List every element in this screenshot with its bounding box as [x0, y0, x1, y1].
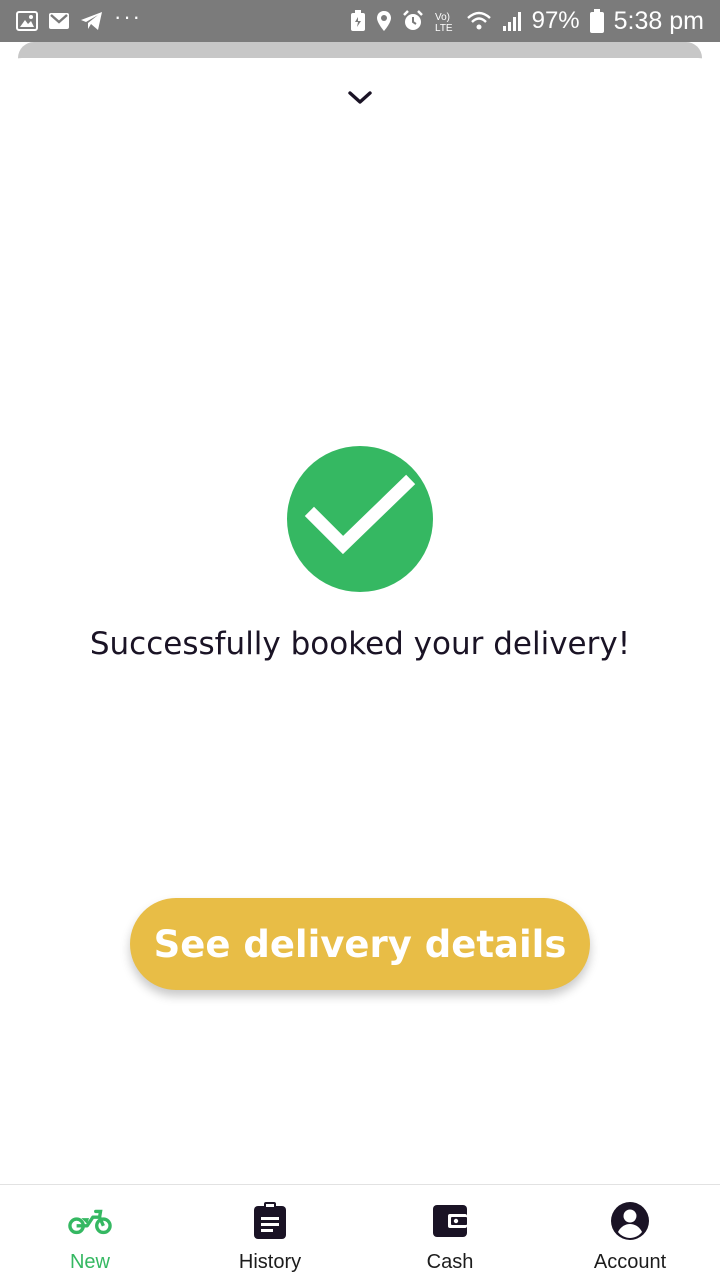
- nav-label-new: New: [69, 1251, 110, 1273]
- status-bar-left: ···: [16, 6, 142, 31]
- battery-saver-icon: [350, 10, 366, 32]
- wallet-icon: [428, 1201, 472, 1241]
- gallery-icon: [16, 11, 38, 31]
- nav-label-account: Account: [593, 1251, 667, 1273]
- see-delivery-details-button[interactable]: See delivery details: [130, 898, 590, 990]
- svg-text:Vo): Vo): [435, 12, 450, 23]
- nav-item-new[interactable]: New: [0, 1185, 180, 1280]
- nav-item-account[interactable]: Account: [540, 1185, 720, 1280]
- battery-icon: [589, 9, 604, 33]
- status-bar: ··· Vo) LTE 97% 5:38 pm: [0, 0, 720, 42]
- more-notifications-icon: ···: [114, 4, 142, 29]
- clipboard-icon: [248, 1201, 292, 1241]
- gmail-icon: [48, 12, 70, 30]
- battery-percent: 97%: [531, 7, 580, 34]
- booking-success-sheet: [0, 58, 720, 1184]
- check-circle-icon: [287, 446, 433, 592]
- nav-label-history: History: [238, 1251, 302, 1273]
- clock: 5:38 pm: [613, 6, 704, 35]
- signal-icon: [502, 10, 522, 32]
- motorcycle-icon: [68, 1201, 112, 1241]
- svg-text:LTE: LTE: [435, 23, 453, 32]
- nav-item-history[interactable]: History: [180, 1185, 360, 1280]
- chevron-down-icon[interactable]: [346, 86, 374, 110]
- nav-label-cash: Cash: [426, 1251, 474, 1273]
- volte-icon: Vo) LTE: [434, 10, 456, 32]
- alarm-icon: [402, 10, 424, 32]
- location-icon: [376, 10, 392, 32]
- account-circle-icon: [608, 1201, 652, 1241]
- nav-item-cash[interactable]: Cash: [360, 1185, 540, 1280]
- bottom-nav: New History Cash Account: [0, 1184, 720, 1280]
- success-message: Successfully booked your delivery!: [89, 626, 631, 662]
- wifi-icon: [466, 10, 492, 32]
- telegram-icon: [80, 11, 104, 31]
- status-bar-right: Vo) LTE 97% 5:38 pm: [350, 7, 704, 36]
